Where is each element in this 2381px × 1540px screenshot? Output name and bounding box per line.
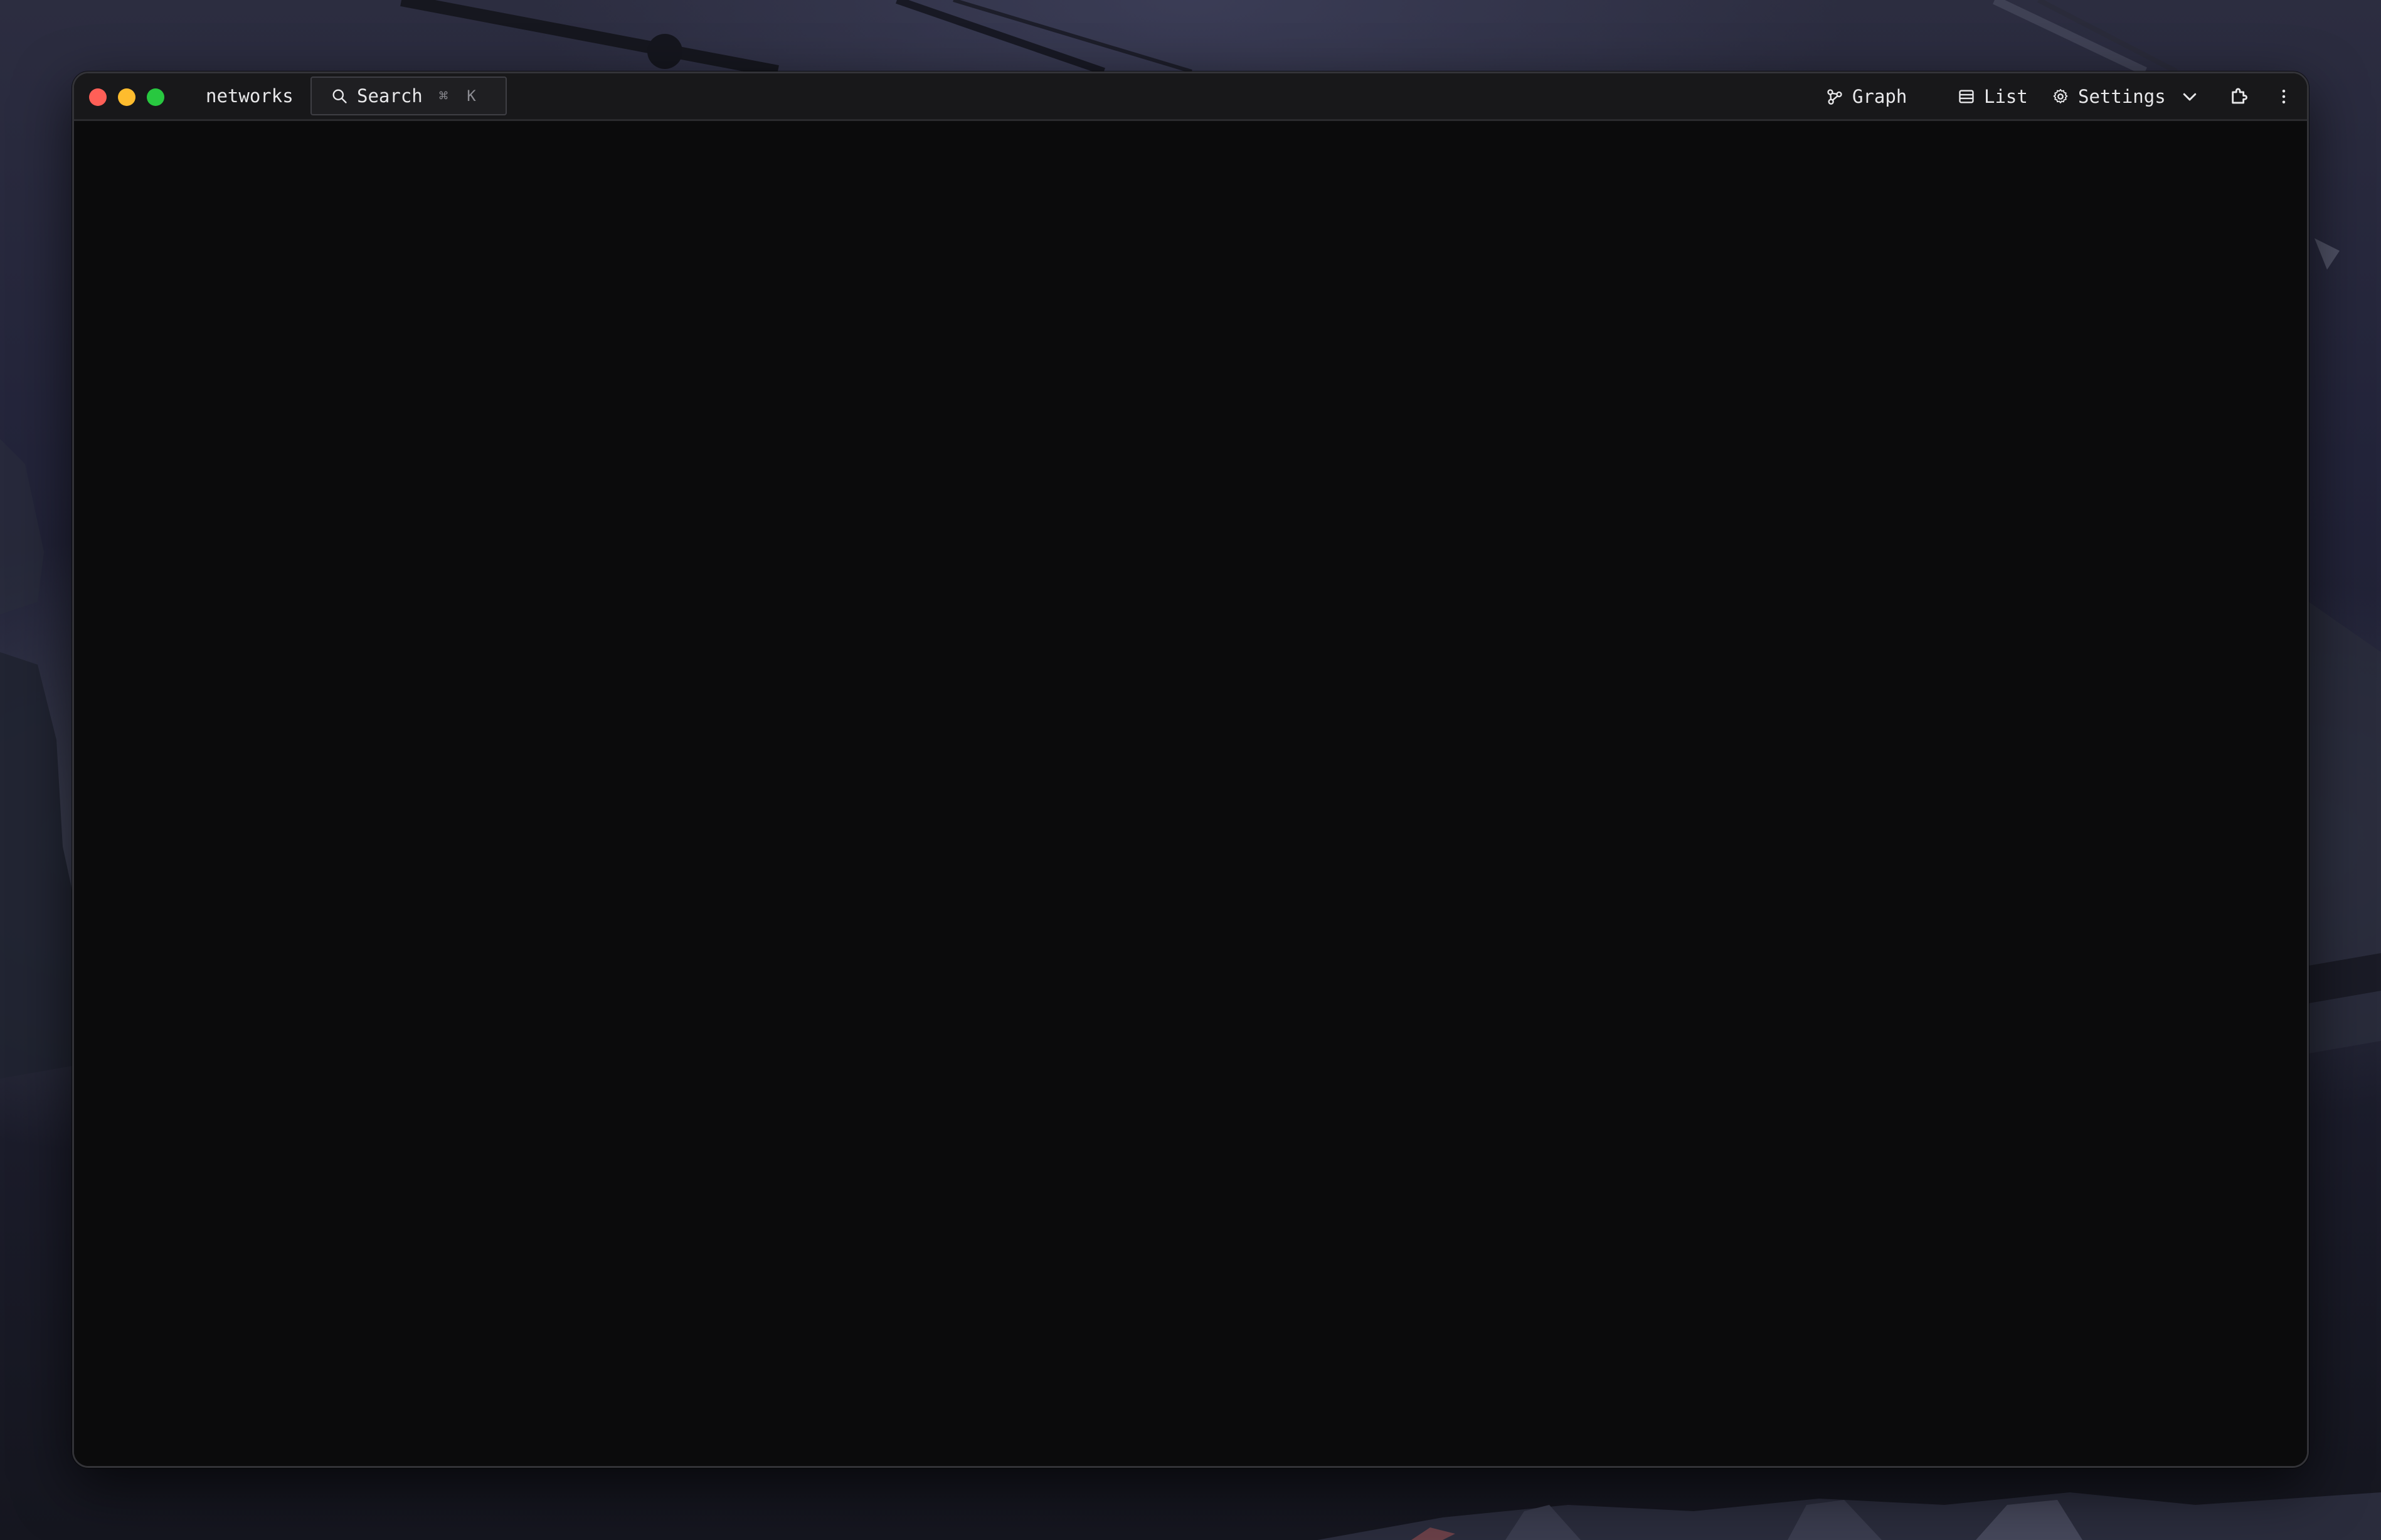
list-icon (1959, 90, 1974, 103)
shortcut-key: K (467, 87, 476, 105)
settings-button[interactable]: Settings (2052, 73, 2166, 119)
gear-icon (2053, 88, 2068, 103)
more-vertical-icon (2282, 89, 2286, 103)
list-label: List (1984, 85, 2028, 107)
shortcut-modifier: ⌘ (438, 87, 448, 105)
minimize-window-button[interactable] (118, 88, 135, 106)
extensions-button[interactable] (2221, 73, 2259, 119)
graph-label: Graph (1852, 85, 1907, 107)
search-label: Search (357, 85, 423, 107)
search-button[interactable]: Search ⌘ K (310, 76, 507, 115)
maximize-window-button[interactable] (147, 88, 164, 106)
app-window: networks Search ⌘ K Graph List Settings (72, 71, 2309, 1468)
search-icon (332, 89, 347, 103)
dropdown-button[interactable] (2171, 73, 2209, 119)
settings-label: Settings (2078, 85, 2166, 107)
close-window-button[interactable] (89, 88, 107, 106)
list-view-button[interactable]: List (1958, 73, 2028, 119)
graph-view-button[interactable]: Graph (1826, 73, 1907, 119)
main-content-area[interactable] (74, 121, 2307, 1466)
graph-icon (1827, 88, 1842, 105)
app-title: networks (206, 85, 294, 107)
puzzle-icon (2232, 88, 2247, 103)
title-bar: networks Search ⌘ K Graph List Settings (74, 73, 2307, 121)
chevron-down-icon (2183, 93, 2197, 100)
more-options-button[interactable] (2268, 73, 2299, 119)
